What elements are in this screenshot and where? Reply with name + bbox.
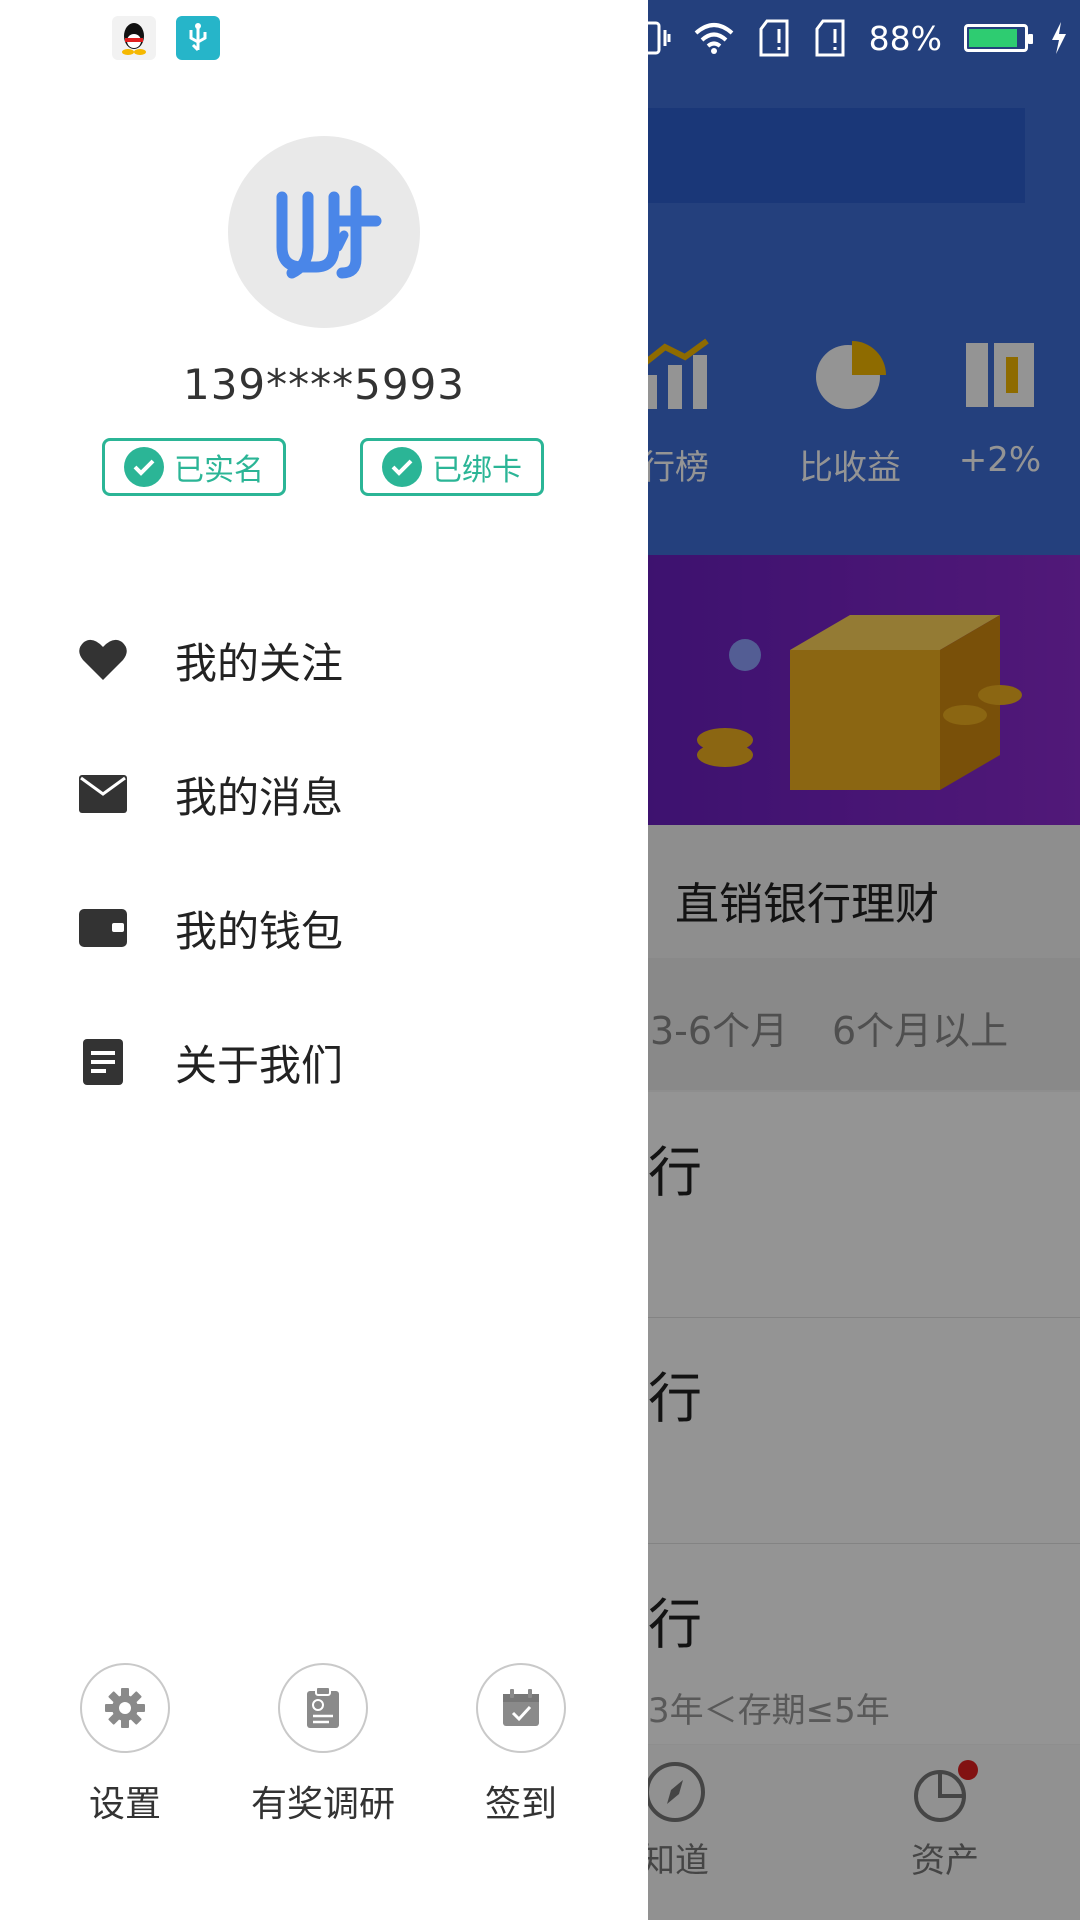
- check-circle-icon: [124, 447, 164, 487]
- badge-label: 已实名: [174, 453, 264, 488]
- wifi-icon: [694, 23, 733, 54]
- usb-icon: [176, 16, 220, 60]
- menu-item-about[interactable]: 关于我们: [0, 1007, 648, 1117]
- clipboard-icon: [278, 1663, 368, 1753]
- battery-percent: 88%: [868, 18, 942, 58]
- battery-icon: [964, 24, 1033, 52]
- menu-label: 我的钱包: [175, 906, 344, 956]
- cai-logo-icon: [276, 185, 382, 279]
- qq-icon: [112, 16, 156, 60]
- badge-verified: 已实名: [102, 438, 286, 496]
- status-left-icons: [112, 16, 220, 60]
- check-circle-icon: [382, 447, 422, 487]
- menu-label: 我的关注: [175, 638, 344, 688]
- menu-label: 我的消息: [175, 772, 344, 822]
- gear-icon: [80, 1663, 170, 1753]
- vibrate-icon: [629, 21, 671, 55]
- sim1-icon: [759, 19, 789, 57]
- phone-number: 139****5993: [182, 360, 466, 409]
- heart-icon: [78, 635, 128, 685]
- checkin-label: 签到: [484, 1784, 557, 1825]
- menu-item-follow[interactable]: 我的关注: [0, 605, 648, 715]
- settings-label: 设置: [88, 1784, 161, 1825]
- avatar[interactable]: [228, 136, 420, 328]
- settings-button[interactable]: 设置: [25, 1663, 225, 1827]
- badge-label: 已绑卡: [432, 453, 522, 488]
- survey-button[interactable]: 有奖调研: [223, 1663, 423, 1827]
- calendar-check-icon: [476, 1663, 566, 1753]
- menu-label: 关于我们: [175, 1040, 344, 1090]
- mail-icon: [78, 769, 128, 819]
- menu-item-messages[interactable]: 我的消息: [0, 739, 648, 849]
- side-drawer: 139****5993 已实名 已绑卡 我的关注 我的消息 我的钱包 关于我们 …: [0, 0, 648, 1920]
- sim2-icon: [815, 19, 845, 57]
- menu-item-wallet[interactable]: 我的钱包: [0, 873, 648, 983]
- checkin-button[interactable]: 签到: [421, 1663, 621, 1827]
- status-right-icons: 88%: [629, 0, 1080, 76]
- survey-label: 有奖调研: [250, 1784, 395, 1825]
- charging-icon: [1052, 22, 1066, 54]
- document-icon: [78, 1037, 128, 1087]
- wallet-icon: [78, 903, 128, 953]
- badge-card-bound: 已绑卡: [360, 438, 544, 496]
